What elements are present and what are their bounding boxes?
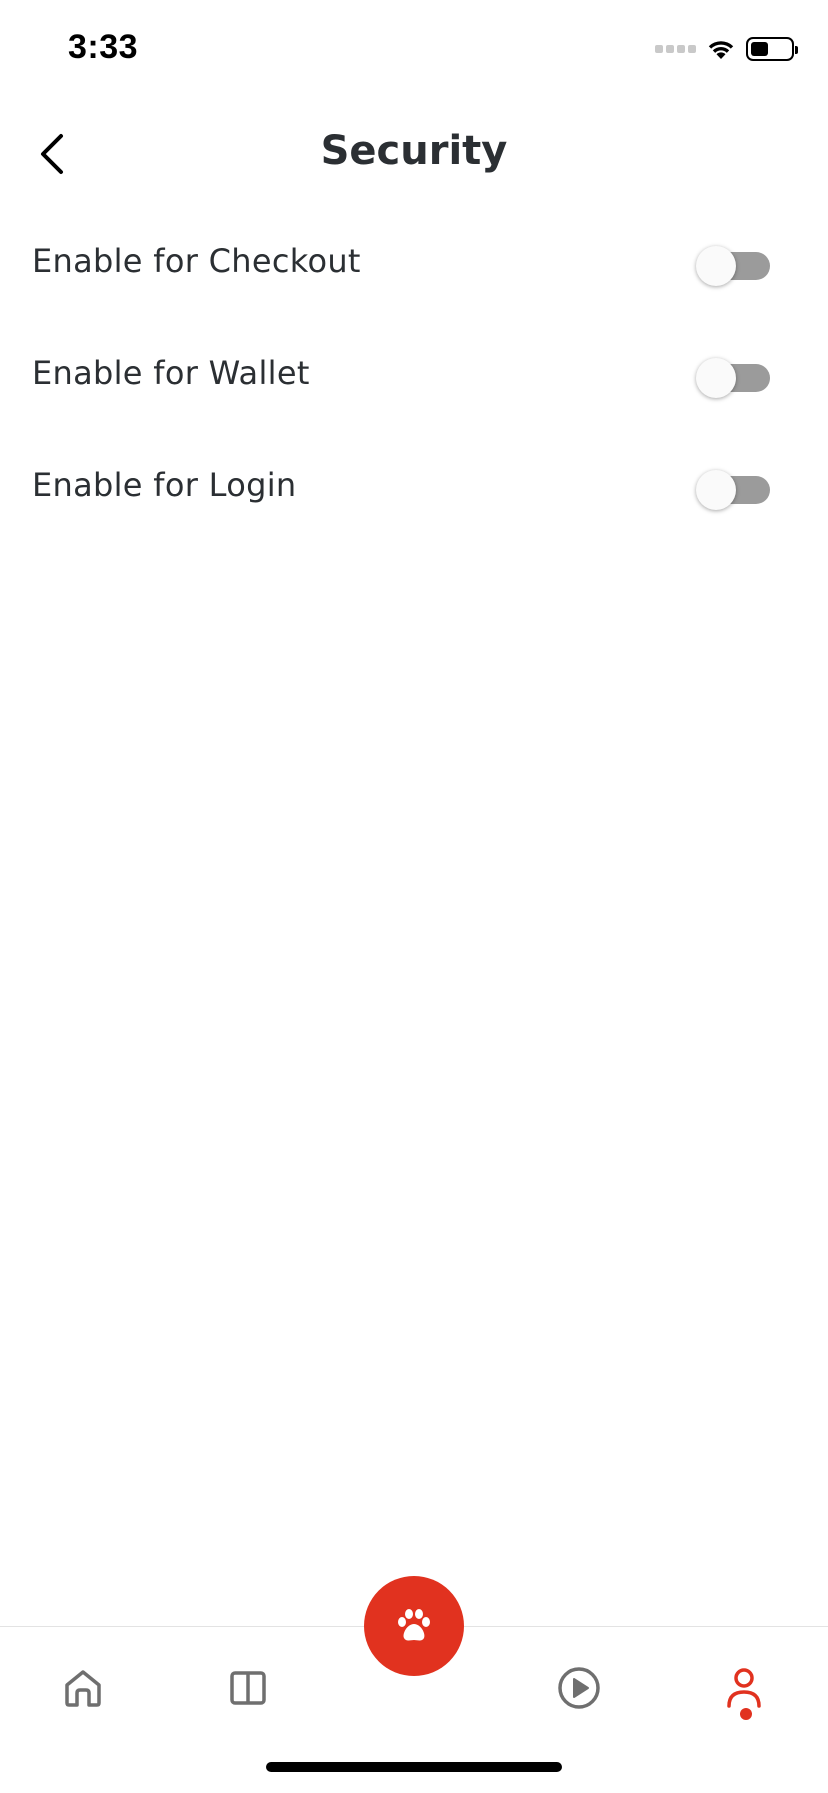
cellular-signal-icon <box>655 45 696 53</box>
toggle-knob <box>696 358 736 398</box>
setting-label-wallet: Enable for Wallet <box>32 354 310 392</box>
wallet-toggle[interactable] <box>696 358 770 398</box>
login-toggle[interactable] <box>696 470 770 510</box>
battery-icon <box>746 37 798 61</box>
setting-label-checkout: Enable for Checkout <box>32 242 361 280</box>
tab-home[interactable] <box>48 1653 118 1723</box>
battery-level-fill <box>751 42 768 56</box>
setting-row-login: Enable for Login <box>0 432 828 544</box>
wifi-icon <box>708 41 734 59</box>
status-time: 3:33 <box>68 28 139 66</box>
settings-list: Enable for Checkout Enable for Wallet En… <box>0 208 828 544</box>
home-icon <box>65 1670 101 1707</box>
active-tab-indicator <box>740 1708 752 1720</box>
checkout-toggle[interactable] <box>696 246 770 286</box>
setting-row-wallet: Enable for Wallet <box>0 320 828 432</box>
paw-icon <box>398 1609 430 1641</box>
tab-play[interactable] <box>544 1653 614 1723</box>
setting-label-login: Enable for Login <box>32 466 297 504</box>
play-icon <box>558 1667 600 1709</box>
book-icon <box>230 1671 266 1705</box>
status-bar: 3:33 <box>0 0 828 100</box>
profile-icon <box>727 1668 761 1708</box>
status-icons <box>655 34 798 64</box>
home-indicator[interactable] <box>266 1762 562 1772</box>
page-title: Security <box>320 128 508 174</box>
toggle-knob <box>696 246 736 286</box>
tab-book[interactable] <box>213 1653 283 1723</box>
toggle-knob <box>696 470 736 510</box>
paw-action-button[interactable] <box>364 1576 464 1676</box>
setting-row-checkout: Enable for Checkout <box>0 208 828 320</box>
navigation-header: Security <box>0 110 828 196</box>
